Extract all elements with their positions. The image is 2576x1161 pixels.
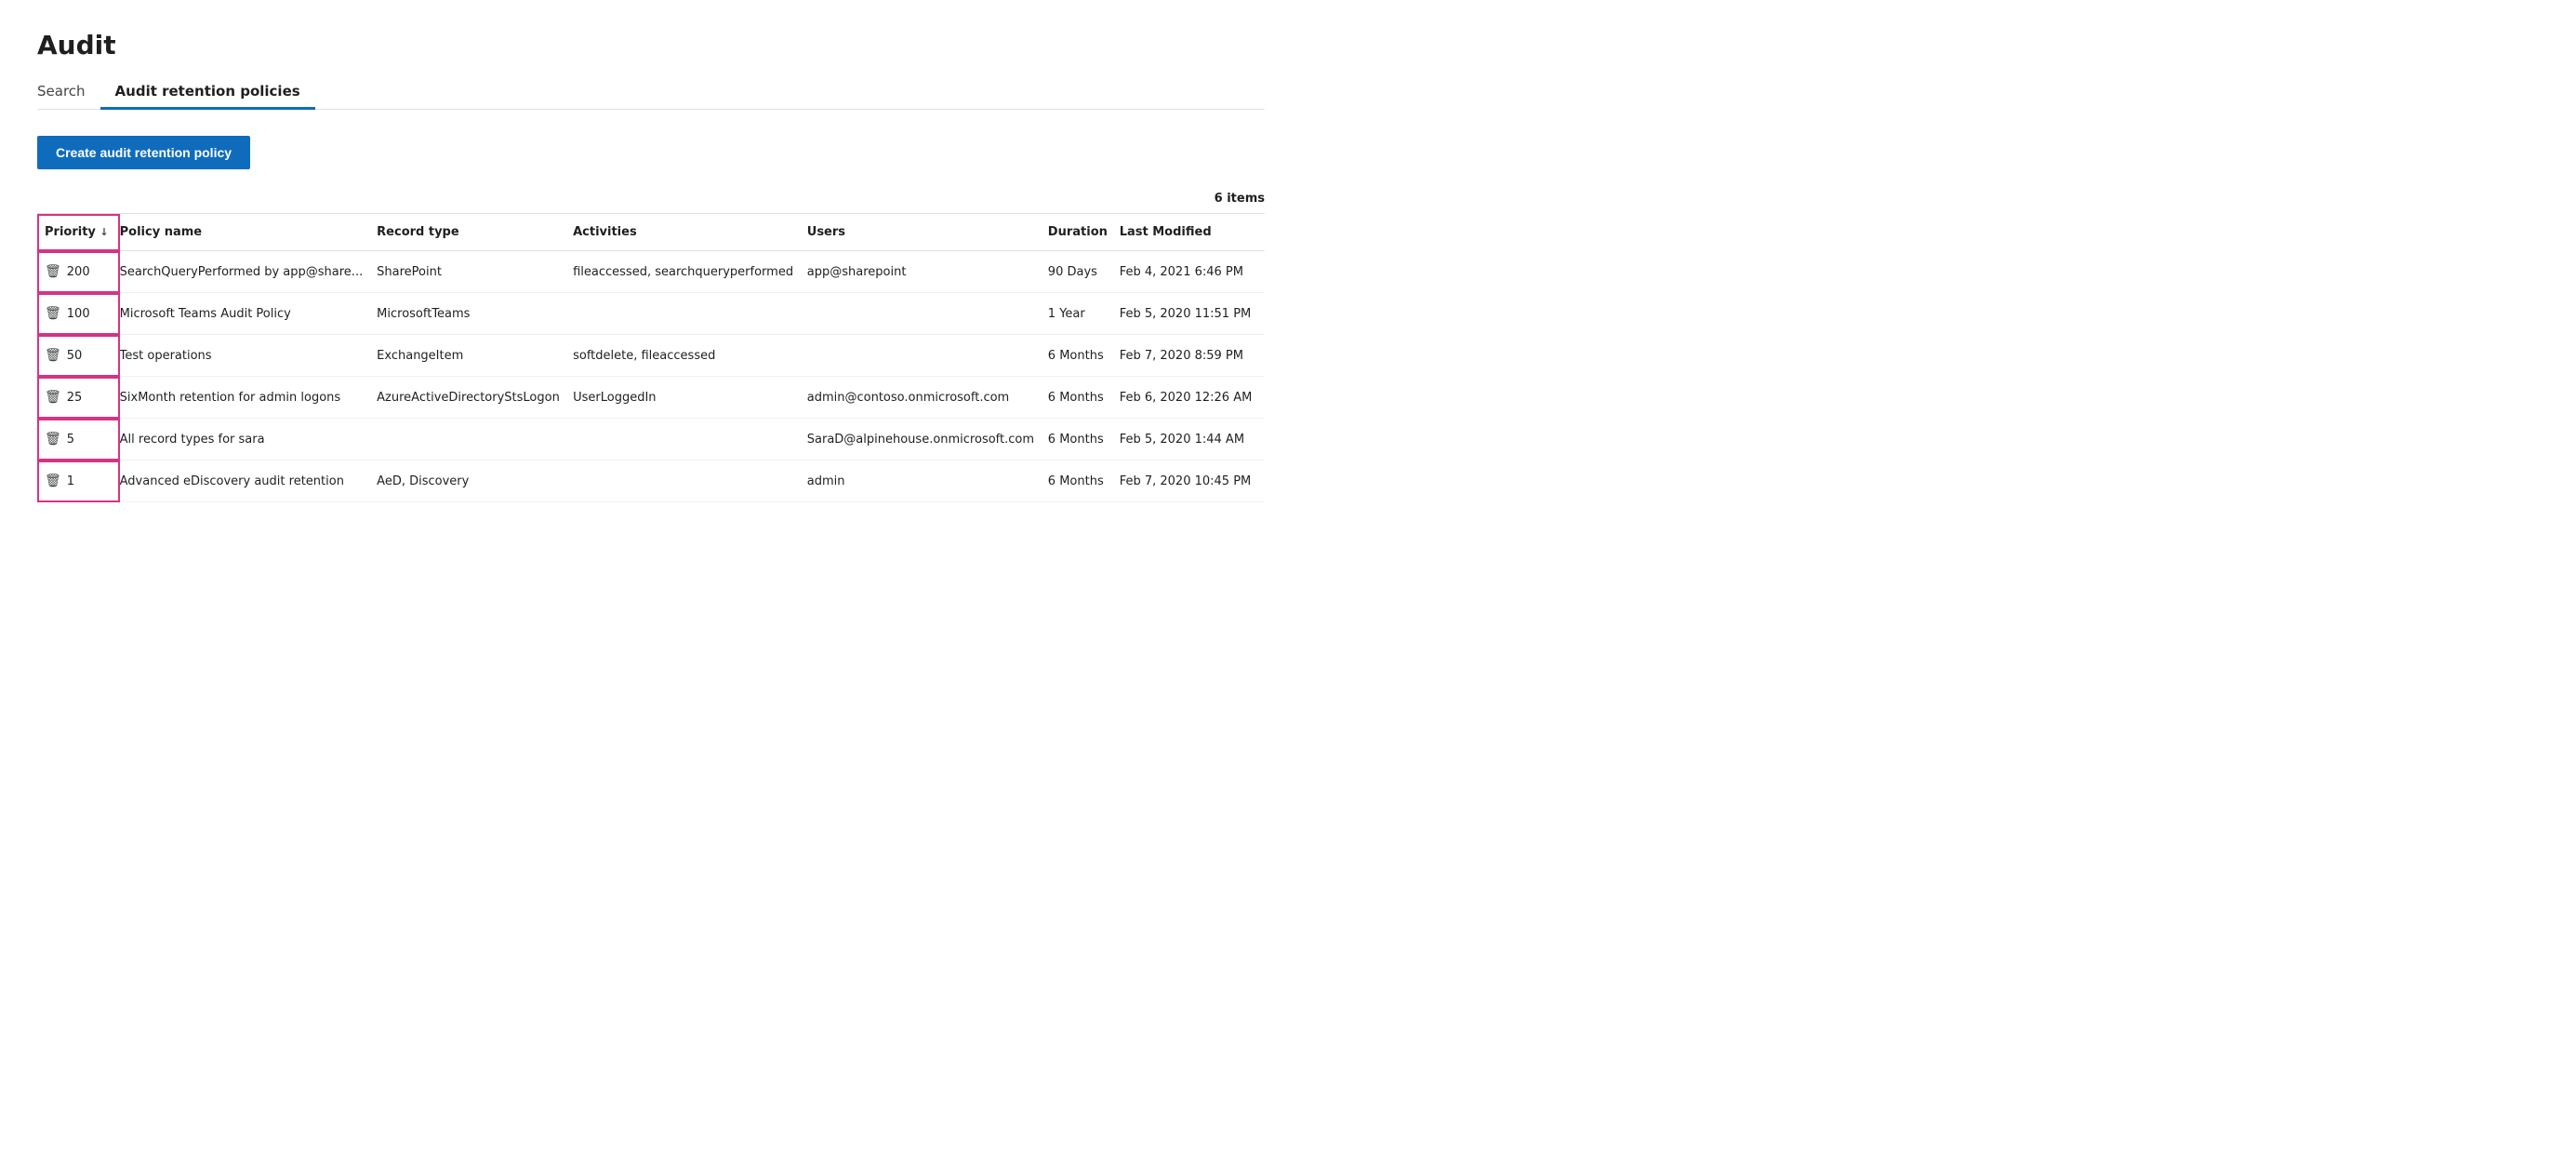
table-row: 🗑 50 Test operationsExchangeItemsoftdelete… [37, 335, 1265, 377]
create-audit-retention-policy-button[interactable]: Create audit retention policy [37, 136, 250, 169]
cell-priority-5: 🗑1 [37, 460, 120, 502]
cell-record_type-1: MicrosoftTeams [377, 293, 573, 335]
priority-value-5: 1 [67, 474, 74, 488]
col-last-modified: Last Modified [1120, 214, 1265, 251]
cell-duration-2: 6 Months [1048, 335, 1120, 377]
cell-priority-3: 🗑 25 [37, 377, 120, 419]
cell-duration-3: 6 Months [1048, 377, 1120, 419]
cell-record_type-4 [377, 419, 573, 460]
col-policy-name: Policy name [120, 214, 378, 251]
cell-activities-3: UserLoggedIn [573, 377, 807, 419]
tab-search[interactable]: Search [37, 75, 100, 110]
priority-value-3: 25 [67, 391, 83, 405]
cell-last_modified-5: Feb 7, 2020 10:45 PM [1120, 460, 1265, 502]
sort-arrow-priority: ↓ [100, 226, 108, 238]
cell-activities-0: fileaccessed, searchqueryperformed [573, 251, 807, 293]
cell-last_modified-3: Feb 6, 2020 12:26 AM [1120, 377, 1265, 419]
priority-value-2: 50 [67, 349, 83, 363]
priority-value-0: 200 [67, 265, 90, 279]
tab-audit-retention-policies[interactable]: Audit retention policies [100, 75, 315, 110]
cell-users-5: admin [807, 460, 1048, 502]
table-row: 🗑5All record types for saraSaraD@alpineh… [37, 419, 1265, 460]
col-activities: Activities [573, 214, 807, 251]
col-priority-label: Priority [45, 225, 96, 239]
cell-priority-4: 🗑5 [37, 419, 120, 460]
cell-policy_name-5: Advanced eDiscovery audit retention [120, 460, 378, 502]
audit-page: Audit Search Audit retention policies Cr… [0, 0, 1302, 532]
delete-policy-0[interactable]: 🗑 [45, 264, 61, 279]
cell-record_type-5: AeD, Discovery [377, 460, 573, 502]
items-count: 6 items [37, 192, 1265, 206]
cell-record_type-2: ExchangeItem [377, 335, 573, 377]
cell-users-2 [807, 335, 1048, 377]
cell-record_type-3: AzureActiveDirectoryStsLogon [377, 377, 573, 419]
table-row: 🗑 100 Microsoft Teams Audit PolicyMicrosof… [37, 293, 1265, 335]
cell-activities-4 [573, 419, 807, 460]
cell-policy_name-2: Test operations [120, 335, 378, 377]
cell-users-0: app@sharepoint [807, 251, 1048, 293]
col-priority[interactable]: Priority ↓ [37, 214, 120, 251]
cell-policy_name-0: SearchQueryPerformed by app@share... [120, 251, 378, 293]
cell-record_type-0: SharePoint [377, 251, 573, 293]
table-row: 🗑 25 SixMonth retention for admin logonsAz… [37, 377, 1265, 419]
page-title: Audit [37, 30, 1265, 60]
policies-table: Priority ↓ Policy name Record type Activ… [37, 214, 1265, 502]
delete-policy-1[interactable]: 🗑 [45, 306, 61, 321]
cell-duration-5: 6 Months [1048, 460, 1120, 502]
cell-duration-4: 6 Months [1048, 419, 1120, 460]
cell-duration-0: 90 Days [1048, 251, 1120, 293]
cell-last_modified-2: Feb 7, 2020 8:59 PM [1120, 335, 1265, 377]
cell-priority-1: 🗑 100 [37, 293, 120, 335]
delete-policy-4[interactable]: 🗑 [45, 432, 61, 447]
policies-table-container: Priority ↓ Policy name Record type Activ… [37, 213, 1265, 502]
col-record-type: Record type [377, 214, 573, 251]
delete-policy-2[interactable]: 🗑 [45, 348, 61, 363]
table-row: 🗑1Advanced eDiscovery audit retentionAeD… [37, 460, 1265, 502]
delete-policy-5[interactable]: 🗑 [45, 474, 61, 488]
cell-priority-0: 🗑 200 [37, 251, 120, 293]
cell-activities-5 [573, 460, 807, 502]
col-duration: Duration [1048, 214, 1120, 251]
cell-policy_name-1: Microsoft Teams Audit Policy [120, 293, 378, 335]
cell-last_modified-1: Feb 5, 2020 11:51 PM [1120, 293, 1265, 335]
cell-duration-1: 1 Year [1048, 293, 1120, 335]
delete-policy-3[interactable]: 🗑 [45, 390, 61, 405]
cell-users-4: SaraD@alpinehouse.onmicrosoft.com [807, 419, 1048, 460]
cell-priority-2: 🗑 50 [37, 335, 120, 377]
table-row: 🗑 200 SearchQueryPerformed by app@share...… [37, 251, 1265, 293]
col-users: Users [807, 214, 1048, 251]
cell-activities-1 [573, 293, 807, 335]
priority-value-1: 100 [67, 307, 90, 321]
cell-activities-2: softdelete, fileaccessed [573, 335, 807, 377]
table-header-row: Priority ↓ Policy name Record type Activ… [37, 214, 1265, 251]
cell-last_modified-4: Feb 5, 2020 1:44 AM [1120, 419, 1265, 460]
cell-users-1 [807, 293, 1048, 335]
priority-value-4: 5 [67, 433, 74, 447]
tab-bar: Search Audit retention policies [37, 75, 1265, 110]
cell-policy_name-3: SixMonth retention for admin logons [120, 377, 378, 419]
cell-policy_name-4: All record types for sara [120, 419, 378, 460]
cell-users-3: admin@contoso.onmicrosoft.com [807, 377, 1048, 419]
cell-last_modified-0: Feb 4, 2021 6:46 PM [1120, 251, 1265, 293]
